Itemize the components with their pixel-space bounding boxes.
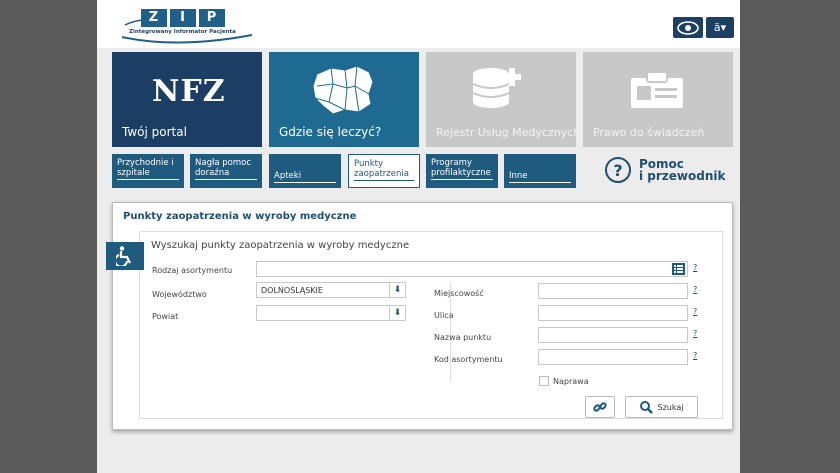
code-input[interactable] xyxy=(538,349,688,365)
tab-label: Punkty zaopatrzenia xyxy=(354,159,414,181)
font-size-button[interactable]: ä▾ xyxy=(706,17,734,38)
tab-supply-points[interactable]: Punkty zaopatrzenia xyxy=(348,154,420,188)
tab-label: Apteki xyxy=(274,171,336,183)
logo-letter: Z xyxy=(141,9,167,27)
search-button-label: Szukaj xyxy=(657,402,684,412)
tab-label: Przychodnie i szpitale xyxy=(117,158,179,180)
list-icon[interactable] xyxy=(672,263,685,275)
tab-clinics-hospitals[interactable]: Przychodnie i szpitale xyxy=(112,154,184,188)
tile-label: Gdzie się leczyć? xyxy=(279,125,382,139)
tile-label: Prawo do świadczeń xyxy=(593,126,705,139)
help-mark[interactable]: ? xyxy=(693,329,697,338)
link-button[interactable] xyxy=(585,396,615,418)
tab-label: Nagła pomoc doraźna xyxy=(195,158,257,180)
wheelchair-icon xyxy=(116,246,131,266)
tab-emergency[interactable]: Nagła pomoc doraźna xyxy=(190,154,262,188)
assortment-label: Rodzaj asortymentu xyxy=(152,266,233,275)
point-name-label: Nazwa punktu xyxy=(434,333,492,342)
nfz-logo: NFZ xyxy=(152,74,226,109)
help-mark[interactable]: ? xyxy=(693,263,697,272)
tile-label: Rejestr Usług Medycznych xyxy=(436,126,576,139)
search-panel: Punkty zaopatrzenia w wyroby medyczne Wy… xyxy=(112,202,733,430)
header: Z I P Zintegrowany Informator Pacjenta ä… xyxy=(97,0,740,48)
tab-pharmacies[interactable]: Apteki xyxy=(269,154,341,188)
city-input[interactable] xyxy=(538,283,688,299)
database-plus-icon xyxy=(472,68,521,108)
poland-map-icon xyxy=(312,65,374,115)
arrow-down-icon: ⬇ xyxy=(389,306,405,320)
panel-title: Punkty zaopatrzenia w wyroby medyczne xyxy=(123,211,357,222)
help-label: i przewodnik xyxy=(639,169,726,183)
zip-logo[interactable]: Z I P Zintegrowany Informator Pacjenta xyxy=(117,9,257,47)
font-size-icon: ä▾ xyxy=(713,21,727,34)
link-icon xyxy=(593,402,607,412)
repair-label: Naprawa xyxy=(553,377,589,386)
tile-portal[interactable]: NFZ Twój portal xyxy=(112,52,262,147)
search-button[interactable]: Szukaj xyxy=(625,396,698,418)
eye-icon xyxy=(677,20,699,35)
voivodeship-select[interactable]: DOLNOŚLĄSKIE ⬇ xyxy=(256,282,406,298)
county-label: Powiat xyxy=(152,312,179,321)
repair-checkbox[interactable] xyxy=(539,376,549,386)
help-guide-link[interactable]: ? Pomoc i przewodnik xyxy=(605,157,725,183)
tab-other[interactable]: Inne xyxy=(504,154,576,188)
voivodeship-label: Województwo xyxy=(152,290,207,299)
help-mark[interactable]: ? xyxy=(693,285,697,294)
contrast-button[interactable] xyxy=(673,17,703,38)
logo-letter: P xyxy=(199,9,225,27)
search-form: Wyszukaj punkty zaopatrzenia w wyroby me… xyxy=(139,231,723,419)
help-mark[interactable]: ? xyxy=(693,307,697,316)
tile-where-to-treat[interactable]: Gdzie się leczyć? xyxy=(269,52,419,147)
street-label: Ulica xyxy=(434,311,454,320)
tile-label: Twój portal xyxy=(122,125,187,139)
point-name-input[interactable] xyxy=(538,327,688,343)
search-icon xyxy=(639,400,653,414)
search-title: Wyszukaj punkty zaopatrzenia w wyroby me… xyxy=(151,240,410,251)
tile-registry[interactable]: Rejestr Usług Medycznych xyxy=(426,52,576,147)
help-mark[interactable]: ? xyxy=(693,351,697,360)
wheelchair-badge xyxy=(106,242,144,270)
question-icon: ? xyxy=(605,157,631,183)
voivodeship-value: DOLNOŚLĄSKIE xyxy=(261,286,323,295)
code-label: Kod asortymentu xyxy=(434,355,503,364)
city-label: Miejscowość xyxy=(434,289,484,298)
tab-prevention-programs[interactable]: Programy profilaktyczne xyxy=(426,154,498,188)
tab-label: Programy profilaktyczne xyxy=(431,158,493,180)
tab-label: Inne xyxy=(509,171,571,183)
id-card-icon xyxy=(631,71,683,108)
arrow-down-icon: ⬇ xyxy=(389,283,405,297)
assortment-input[interactable] xyxy=(256,261,688,277)
logo-subtitle: Zintegrowany Informator Pacjenta xyxy=(129,29,236,35)
tile-entitlement[interactable]: Prawo do świadczeń xyxy=(583,52,733,147)
street-input[interactable] xyxy=(538,305,688,321)
county-select[interactable]: ⬇ xyxy=(256,305,406,321)
logo-letter: I xyxy=(170,9,196,27)
